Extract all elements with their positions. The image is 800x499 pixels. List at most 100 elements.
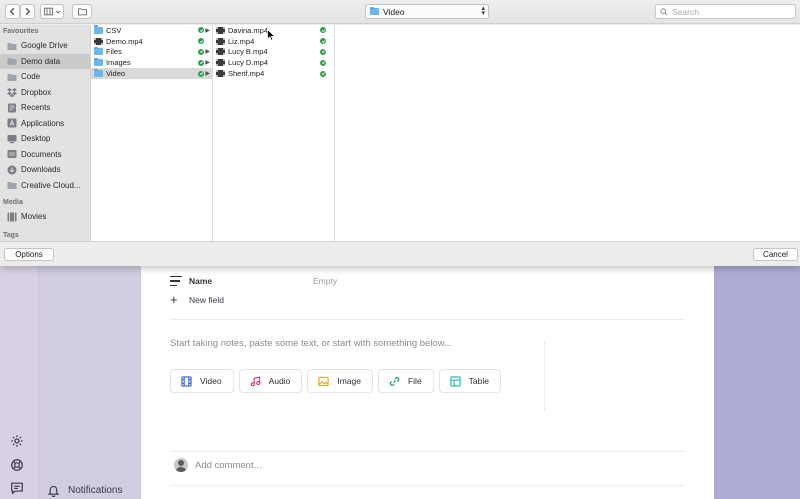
- chevron-right-icon: ▶: [205, 49, 210, 56]
- view-mode-button[interactable]: [40, 4, 64, 19]
- list-item-lucy-b-mp4[interactable]: Lucy B.mp4: [213, 47, 334, 58]
- chevron-right-icon: [25, 7, 31, 16]
- divider: [170, 451, 685, 452]
- list-item-images[interactable]: Images ▶: [91, 57, 212, 68]
- new-field-button[interactable]: + New field: [170, 292, 224, 307]
- chevron-right-icon: ▶: [205, 27, 210, 34]
- video-file-icon: [216, 37, 225, 45]
- folder-icon: [7, 180, 17, 190]
- bell-icon: [47, 485, 60, 497]
- mouse-cursor-icon: [267, 29, 275, 41]
- browser-column-2: Davina.mp4 Liz.mp4 Lucy B.mp4 Lucy D.mp4…: [213, 25, 335, 241]
- comment-placeholder: Add comment...: [195, 459, 262, 471]
- sidebar-item-code[interactable]: Code: [0, 69, 90, 85]
- table-block-button[interactable]: Table: [438, 369, 501, 393]
- notes-editor[interactable]: Start taking notes, paste some text, or …: [170, 338, 452, 349]
- audio-block-button[interactable]: Audio: [238, 369, 303, 393]
- synced-check-icon: [320, 70, 326, 77]
- video-file-icon: [216, 59, 225, 67]
- block-buttons: Video Audio Image File Table: [170, 369, 501, 393]
- search-input[interactable]: Search: [655, 4, 796, 19]
- divider: [544, 340, 545, 412]
- property-row-name[interactable]: Name Empty: [170, 276, 470, 286]
- list-item-csv[interactable]: CSV ▶: [91, 25, 212, 36]
- synced-check-icon: [198, 38, 204, 45]
- synced-check-icon: [198, 70, 204, 77]
- search-placeholder: Search: [672, 6, 699, 17]
- folder-icon: [7, 56, 17, 66]
- dialog-toolbar: Video ▴ ▾ Search: [0, 0, 800, 24]
- search-icon: [660, 7, 668, 16]
- video-block-button[interactable]: Video: [170, 369, 234, 393]
- documents-icon: [7, 149, 17, 159]
- app-secondary-sidebar: [38, 266, 140, 499]
- options-button[interactable]: Options: [4, 248, 54, 261]
- folder-icon: [7, 41, 17, 51]
- sidebar-item-movies[interactable]: Movies: [0, 209, 90, 225]
- feedback-icon[interactable]: [9, 480, 24, 495]
- applications-icon: [7, 118, 17, 128]
- updown-arrows-icon: ▴ ▾: [481, 5, 485, 17]
- sidebar-item-desktop[interactable]: Desktop: [0, 131, 90, 147]
- folder-icon: [7, 72, 17, 82]
- folder-icon: [94, 68, 103, 78]
- divider: [170, 319, 685, 320]
- list-item-lucy-d-mp4[interactable]: Lucy D.mp4: [213, 57, 334, 68]
- settings-icon[interactable]: [9, 433, 24, 448]
- path-popup[interactable]: Video ▴ ▾: [365, 4, 489, 19]
- sidebar-item-dropbox[interactable]: Dropbox: [0, 85, 90, 101]
- movies-icon: [7, 212, 17, 222]
- notifications-item[interactable]: Notifications: [47, 484, 122, 497]
- page-card: Name Empty + New field Start taking note…: [141, 266, 714, 499]
- video-icon: [181, 375, 192, 387]
- synced-check-icon: [320, 48, 326, 55]
- list-item-video[interactable]: Video ▶: [91, 68, 212, 79]
- app-right-panel: [714, 266, 800, 499]
- sidebar-item-recents[interactable]: Recents: [0, 100, 90, 116]
- synced-check-icon: [320, 38, 326, 45]
- synced-check-icon: [198, 59, 204, 66]
- comment-input[interactable]: Add comment...: [174, 458, 262, 472]
- image-block-button[interactable]: Image: [307, 369, 373, 393]
- sidebar-item-documents[interactable]: Documents: [0, 147, 90, 163]
- chevron-left-icon: [9, 7, 15, 16]
- new-field-label: New field: [189, 295, 224, 305]
- video-file-icon: [216, 48, 225, 56]
- dialog-sidebar: Favourites Google Drive Demo data Code D…: [0, 25, 91, 241]
- sidebar-item-downloads[interactable]: Downloads: [0, 162, 90, 178]
- link-icon: [389, 376, 400, 386]
- plus-icon: +: [170, 292, 178, 307]
- columns-view-icon: [43, 7, 53, 16]
- image-icon: [318, 376, 329, 386]
- synced-check-icon: [198, 48, 204, 55]
- back-button[interactable]: [5, 4, 20, 19]
- help-icon[interactable]: [9, 457, 24, 472]
- video-file-icon: [216, 70, 225, 78]
- file-block-button[interactable]: File: [377, 369, 434, 393]
- folder-icon: [370, 6, 379, 15]
- tags-header: Tags: [3, 231, 19, 239]
- cancel-button[interactable]: Cancel: [753, 248, 798, 261]
- synced-check-icon: [198, 27, 204, 34]
- media-header: Media: [3, 199, 23, 206]
- sidebar-item-creative-cloud[interactable]: Creative Cloud...: [0, 178, 90, 194]
- folder-icon: [94, 46, 103, 56]
- notifications-label: Notifications: [68, 485, 123, 496]
- downloads-icon: [7, 165, 17, 175]
- file-open-dialog: Video ▴ ▾ Search Favourites Google Drive …: [0, 0, 800, 266]
- sidebar-item-google-drive[interactable]: Google Drive: [0, 38, 90, 54]
- list-item-files[interactable]: Files ▶: [91, 46, 212, 58]
- forward-button[interactable]: [20, 4, 35, 19]
- new-folder-button[interactable]: [72, 4, 92, 19]
- sidebar-item-demo-data[interactable]: Demo data: [0, 53, 90, 69]
- browser-column-1: CSV ▶ Demo.mp4 Files ▶ Images ▶ Video ▶: [91, 25, 213, 241]
- list-item-demo-mp4[interactable]: Demo.mp4: [91, 36, 212, 47]
- list-item-sherif-mp4[interactable]: Sherif.mp4: [213, 68, 334, 79]
- dropbox-icon: [7, 87, 17, 98]
- chevron-down-icon: [55, 10, 60, 14]
- property-value[interactable]: Empty: [313, 276, 337, 286]
- browser-column-3: [335, 25, 800, 241]
- sidebar-item-applications[interactable]: Applications: [0, 116, 90, 132]
- avatar: [174, 458, 188, 472]
- text-property-icon: [170, 276, 182, 286]
